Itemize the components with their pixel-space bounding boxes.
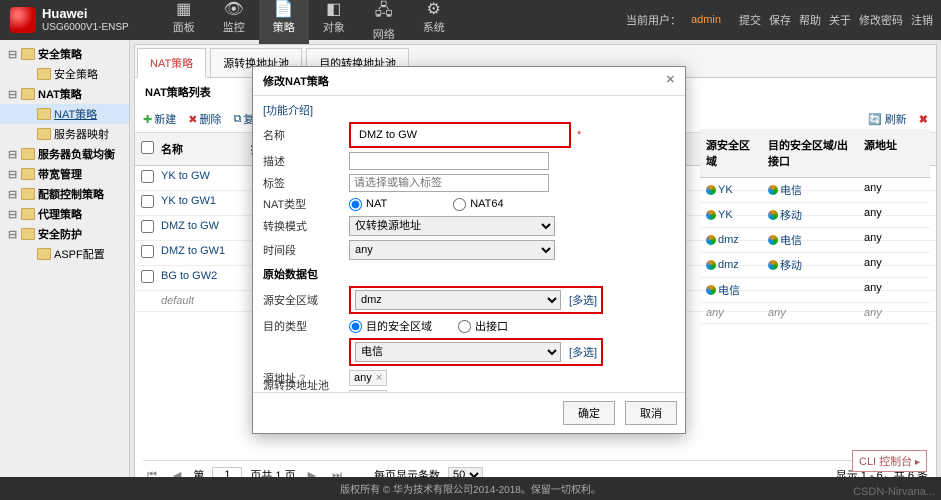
tree-服务器映射[interactable]: 服务器映射: [0, 124, 129, 144]
col-saddr: 源地址: [858, 133, 906, 173]
nav-面板[interactable]: ▦面板: [159, 0, 209, 46]
link-修改密码[interactable]: 修改密码: [859, 15, 903, 27]
label-name: 名称: [263, 127, 343, 143]
refresh-button[interactable]: 🔄 刷新: [868, 111, 907, 127]
tab-NAT策略[interactable]: NAT策略: [137, 48, 206, 78]
table-row[interactable]: dmz移动any: [700, 253, 930, 278]
current-user-label: 当前用户：: [626, 12, 681, 28]
nav-系统[interactable]: ⚙系统: [409, 0, 459, 46]
edit-nat-modal: 修改NAT策略 ✕ [功能介绍] 名称 * 描述 标签 NAT类型 NAT NA…: [252, 66, 686, 434]
tree-NAT策略[interactable]: ⊟NAT策略: [0, 84, 129, 104]
top-bar: Huawei USG6000V1-ENSP ▦面板👁监控📄策略◧对象🖧网络⚙系统…: [0, 0, 941, 40]
nat-radio[interactable]: NAT: [349, 198, 387, 211]
section-orig: 原始数据包: [263, 266, 675, 282]
tree-安全策略[interactable]: 安全策略: [0, 64, 129, 84]
tree-带宽管理[interactable]: ⊟带宽管理: [0, 164, 129, 184]
footer: 版权所有 © 华为技术有限公司2014-2018。保留一切权利。: [0, 477, 941, 500]
intro-link[interactable]: [功能介绍]: [263, 105, 313, 117]
sidebar: ⊟安全策略安全策略⊟NAT策略NAT策略服务器映射⊟服务器负载均衡⊟带宽管理⊟配…: [0, 40, 130, 500]
nav-对象[interactable]: ◧对象: [309, 0, 359, 46]
tree-ASPF配置[interactable]: ASPF配置: [0, 244, 129, 264]
modal-close-icon[interactable]: ✕: [666, 73, 675, 89]
col-name: 名称: [155, 137, 245, 161]
tree-安全策略[interactable]: ⊟安全策略: [0, 44, 129, 64]
ok-button[interactable]: 确定: [563, 401, 615, 425]
nav-网络[interactable]: 🖧网络: [359, 0, 409, 46]
link-注销[interactable]: 注销: [911, 15, 933, 27]
convmode-select[interactable]: 仅转换源地址: [349, 216, 555, 236]
dzone-more-link[interactable]: [多选]: [569, 344, 597, 360]
add-button[interactable]: ✚新建: [143, 111, 176, 127]
szone-select[interactable]: dmz: [355, 290, 561, 310]
nat64-radio[interactable]: NAT64: [453, 198, 503, 211]
col-dzone: 目的安全区域/出接口: [762, 133, 858, 173]
link-提交[interactable]: 提交: [739, 15, 761, 27]
dtype-if-radio[interactable]: 出接口: [458, 318, 508, 334]
dzone-select[interactable]: 电信: [355, 342, 561, 362]
right-grid: 源安全区域 目的安全区域/出接口 源地址 YK电信anyYK移动anydmz电信…: [700, 129, 930, 324]
huawei-logo-icon: [10, 7, 36, 33]
nav-策略[interactable]: 📄策略: [259, 0, 309, 46]
nav-监控[interactable]: 👁监控: [209, 0, 259, 46]
table-row[interactable]: 电信any: [700, 278, 930, 303]
tree-代理策略[interactable]: ⊟代理策略: [0, 204, 129, 224]
tag-input[interactable]: [349, 174, 549, 192]
time-select[interactable]: any: [349, 240, 555, 260]
szone-more-link[interactable]: [多选]: [569, 292, 597, 308]
chip-remove-icon: ×: [376, 372, 382, 384]
tree-配额控制策略[interactable]: ⊟配额控制策略: [0, 184, 129, 204]
delete-button[interactable]: ✖删除: [188, 111, 221, 127]
tree-服务器负载均衡[interactable]: ⊟服务器负载均衡: [0, 144, 129, 164]
main-nav: ▦面板👁监控📄策略◧对象🖧网络⚙系统: [159, 0, 459, 46]
watermark: CSDN-Nirvana...: [853, 486, 935, 498]
current-user: admin: [691, 14, 721, 26]
table-row[interactable]: YK移动any: [700, 203, 930, 228]
brand-name: Huawei: [42, 7, 129, 21]
col-szone: 源安全区域: [700, 133, 762, 173]
table-row[interactable]: dmz电信any: [700, 228, 930, 253]
cancel-button[interactable]: 取消: [625, 401, 677, 425]
dtype-zone-radio[interactable]: 目的安全区域: [349, 318, 432, 334]
table-row[interactable]: YK电信any: [700, 178, 930, 203]
link-帮助[interactable]: 帮助: [799, 15, 821, 27]
link-关于[interactable]: 关于: [829, 15, 851, 27]
brand-model: USG6000V1-ENSP: [42, 22, 129, 33]
modal-title: 修改NAT策略: [263, 73, 329, 89]
name-input[interactable]: [355, 126, 555, 144]
link-保存[interactable]: 保存: [769, 15, 791, 27]
top-right: 当前用户： admin 提交保存帮助关于修改密码注销: [618, 12, 941, 28]
saddr-chip[interactable]: any×: [349, 370, 387, 386]
clear-icon[interactable]: ✖: [919, 113, 928, 126]
desc-input[interactable]: [349, 152, 549, 170]
cli-console-button[interactable]: CLI 控制台 ▸: [852, 450, 927, 472]
select-all-checkbox[interactable]: [141, 141, 154, 154]
tree-安全防护[interactable]: ⊟安全防护: [0, 224, 129, 244]
tree-NAT策略[interactable]: NAT策略: [0, 104, 129, 124]
brand: Huawei USG6000V1-ENSP: [0, 7, 139, 33]
